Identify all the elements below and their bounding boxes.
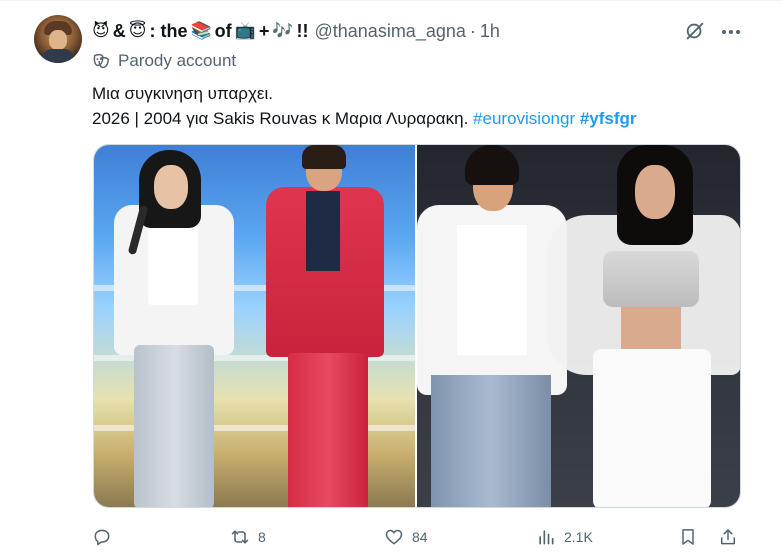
views-icon (539, 530, 554, 545)
person-jeans (134, 345, 214, 507)
tweet[interactable]: 😈 & 😇 : the 📚 of 📺 + 🎶 !! @thanasima_agn… (0, 0, 782, 552)
hashtag-link[interactable]: #eurovisiongr (473, 109, 575, 128)
person-white-pants (593, 349, 711, 507)
parody-label: Parody account (92, 51, 236, 71)
name-part: & (112, 20, 126, 41)
share-icon (721, 529, 735, 545)
angel-emoji-icon: 😇 (128, 20, 147, 41)
avatar-body (42, 49, 74, 63)
tweet-text: Μια συγκινηση υπαρχει. 2026 | 2004 για S… (92, 81, 637, 131)
person-white-top (148, 215, 198, 305)
action-bar: 8 84 2.1K (92, 523, 742, 551)
parody-mask-icon (93, 53, 109, 69)
more-icon[interactable] (720, 21, 742, 43)
devil-emoji-icon: 😈 (92, 20, 110, 41)
views-button[interactable]: 2.1K (536, 523, 593, 551)
name-part: of (214, 20, 232, 41)
retweet-button[interactable]: 8 (230, 523, 266, 551)
name-part: : the (149, 20, 188, 41)
photo-left[interactable] (94, 145, 415, 507)
handle[interactable]: @thanasima_agna (315, 21, 466, 42)
person-red-pants (288, 353, 368, 507)
bookmark-icon (682, 529, 694, 545)
tweet-line-1: Μια συγκινηση υπαρχει. (92, 84, 273, 103)
grok-icon[interactable] (684, 20, 706, 42)
person-shirt (306, 191, 340, 271)
books-emoji-icon: 📚 (190, 20, 212, 41)
bookmark-button[interactable] (678, 523, 698, 551)
tweet-line-2-text: 2026 | 2004 για Sakis Rouvas κ Μαρια Λυρ… (92, 109, 469, 128)
music-notes-emoji-icon: 🎶 (272, 20, 294, 41)
more-dot (736, 30, 740, 34)
tweet-line-2: 2026 | 2004 για Sakis Rouvas κ Μαρια Λυρ… (92, 106, 637, 131)
tv-emoji-icon: 📺 (234, 20, 256, 41)
avatar[interactable] (34, 15, 82, 63)
person-hair (302, 145, 346, 169)
hashtag-link[interactable]: #yfsfgr (580, 109, 637, 128)
person-hair (465, 145, 519, 185)
person-waist (621, 307, 681, 351)
photo-right[interactable] (417, 145, 740, 507)
views-count: 2.1K (564, 529, 593, 545)
person-silver-top (603, 251, 699, 307)
person-face (635, 165, 675, 219)
parody-text: Parody account (118, 51, 237, 70)
retweet-icon (231, 530, 249, 544)
display-name[interactable]: 😈 & 😇 : the 📚 of 📺 + 🎶 !! (92, 21, 309, 42)
heart-icon (385, 529, 403, 545)
avatar-face (49, 30, 67, 50)
reply-icon (94, 529, 110, 546)
like-count: 84 (412, 529, 428, 545)
like-button[interactable]: 84 (384, 523, 428, 551)
separator-dot: · (469, 20, 476, 41)
media-grid (93, 144, 741, 508)
name-part: + (258, 20, 270, 41)
retweet-count: 8 (258, 529, 266, 545)
person-jeans (431, 375, 551, 507)
more-dot (722, 30, 726, 34)
tweet-header: 😈 & 😇 : the 📚 of 📺 + 🎶 !! @thanasima_agn… (92, 19, 500, 43)
person-face (154, 165, 188, 209)
reply-button[interactable] (92, 523, 120, 551)
name-part: !! (296, 20, 309, 41)
timestamp[interactable]: 1h (480, 21, 500, 42)
person-white-top (457, 225, 527, 355)
share-button[interactable] (718, 523, 738, 551)
more-dot (729, 30, 733, 34)
